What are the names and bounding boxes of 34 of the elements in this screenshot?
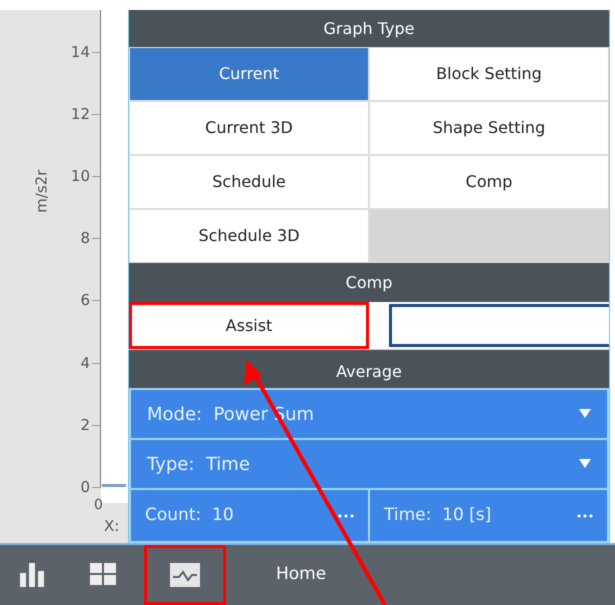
tick-label: 2 [79,416,90,434]
graph-type-option[interactable]: Current [129,47,369,101]
field-label: Time: 10 [s] [384,504,492,527]
dropdown-arrow-icon [579,459,591,469]
waveform-icon [170,563,200,587]
data-trace [102,484,126,487]
graph-type-option[interactable]: Comp [369,155,609,209]
tick-label: 6 [79,291,90,310]
more-icon [577,514,593,518]
axis-label: X: [104,516,120,537]
input-field[interactable] [389,304,609,347]
dropdown-arrow-icon [579,409,591,419]
tick-label: 0 [79,478,90,496]
section-header: Comp [129,263,609,302]
tick-label: 8 [79,229,90,248]
bar-title: Home [276,563,326,586]
tick-label: 4 [79,354,90,372]
assist-button[interactable]: Assist [129,302,369,349]
graph-type-option[interactable]: Schedule [129,155,369,209]
field-label: Count: 10 [145,504,234,527]
graph-type-option[interactable]: Current 3D [129,101,369,155]
toolbar-button[interactable] [144,545,226,605]
section-header: Average [129,356,609,388]
tick-label: 14 [70,43,90,61]
axis-label: m/s2r [31,170,52,213]
tick-label: 0 [94,496,103,515]
section-header: Graph Type [129,10,609,47]
more-icon [338,514,354,518]
tick-label: 10 [70,167,90,186]
tick-label: 12 [70,105,90,124]
graph-type-option[interactable]: Block Setting [369,47,609,101]
graph-type-option[interactable]: Schedule 3D [129,209,369,263]
graph-type-option[interactable]: Shape Setting [369,101,609,155]
dropdown-label: Type: Time [147,452,250,476]
